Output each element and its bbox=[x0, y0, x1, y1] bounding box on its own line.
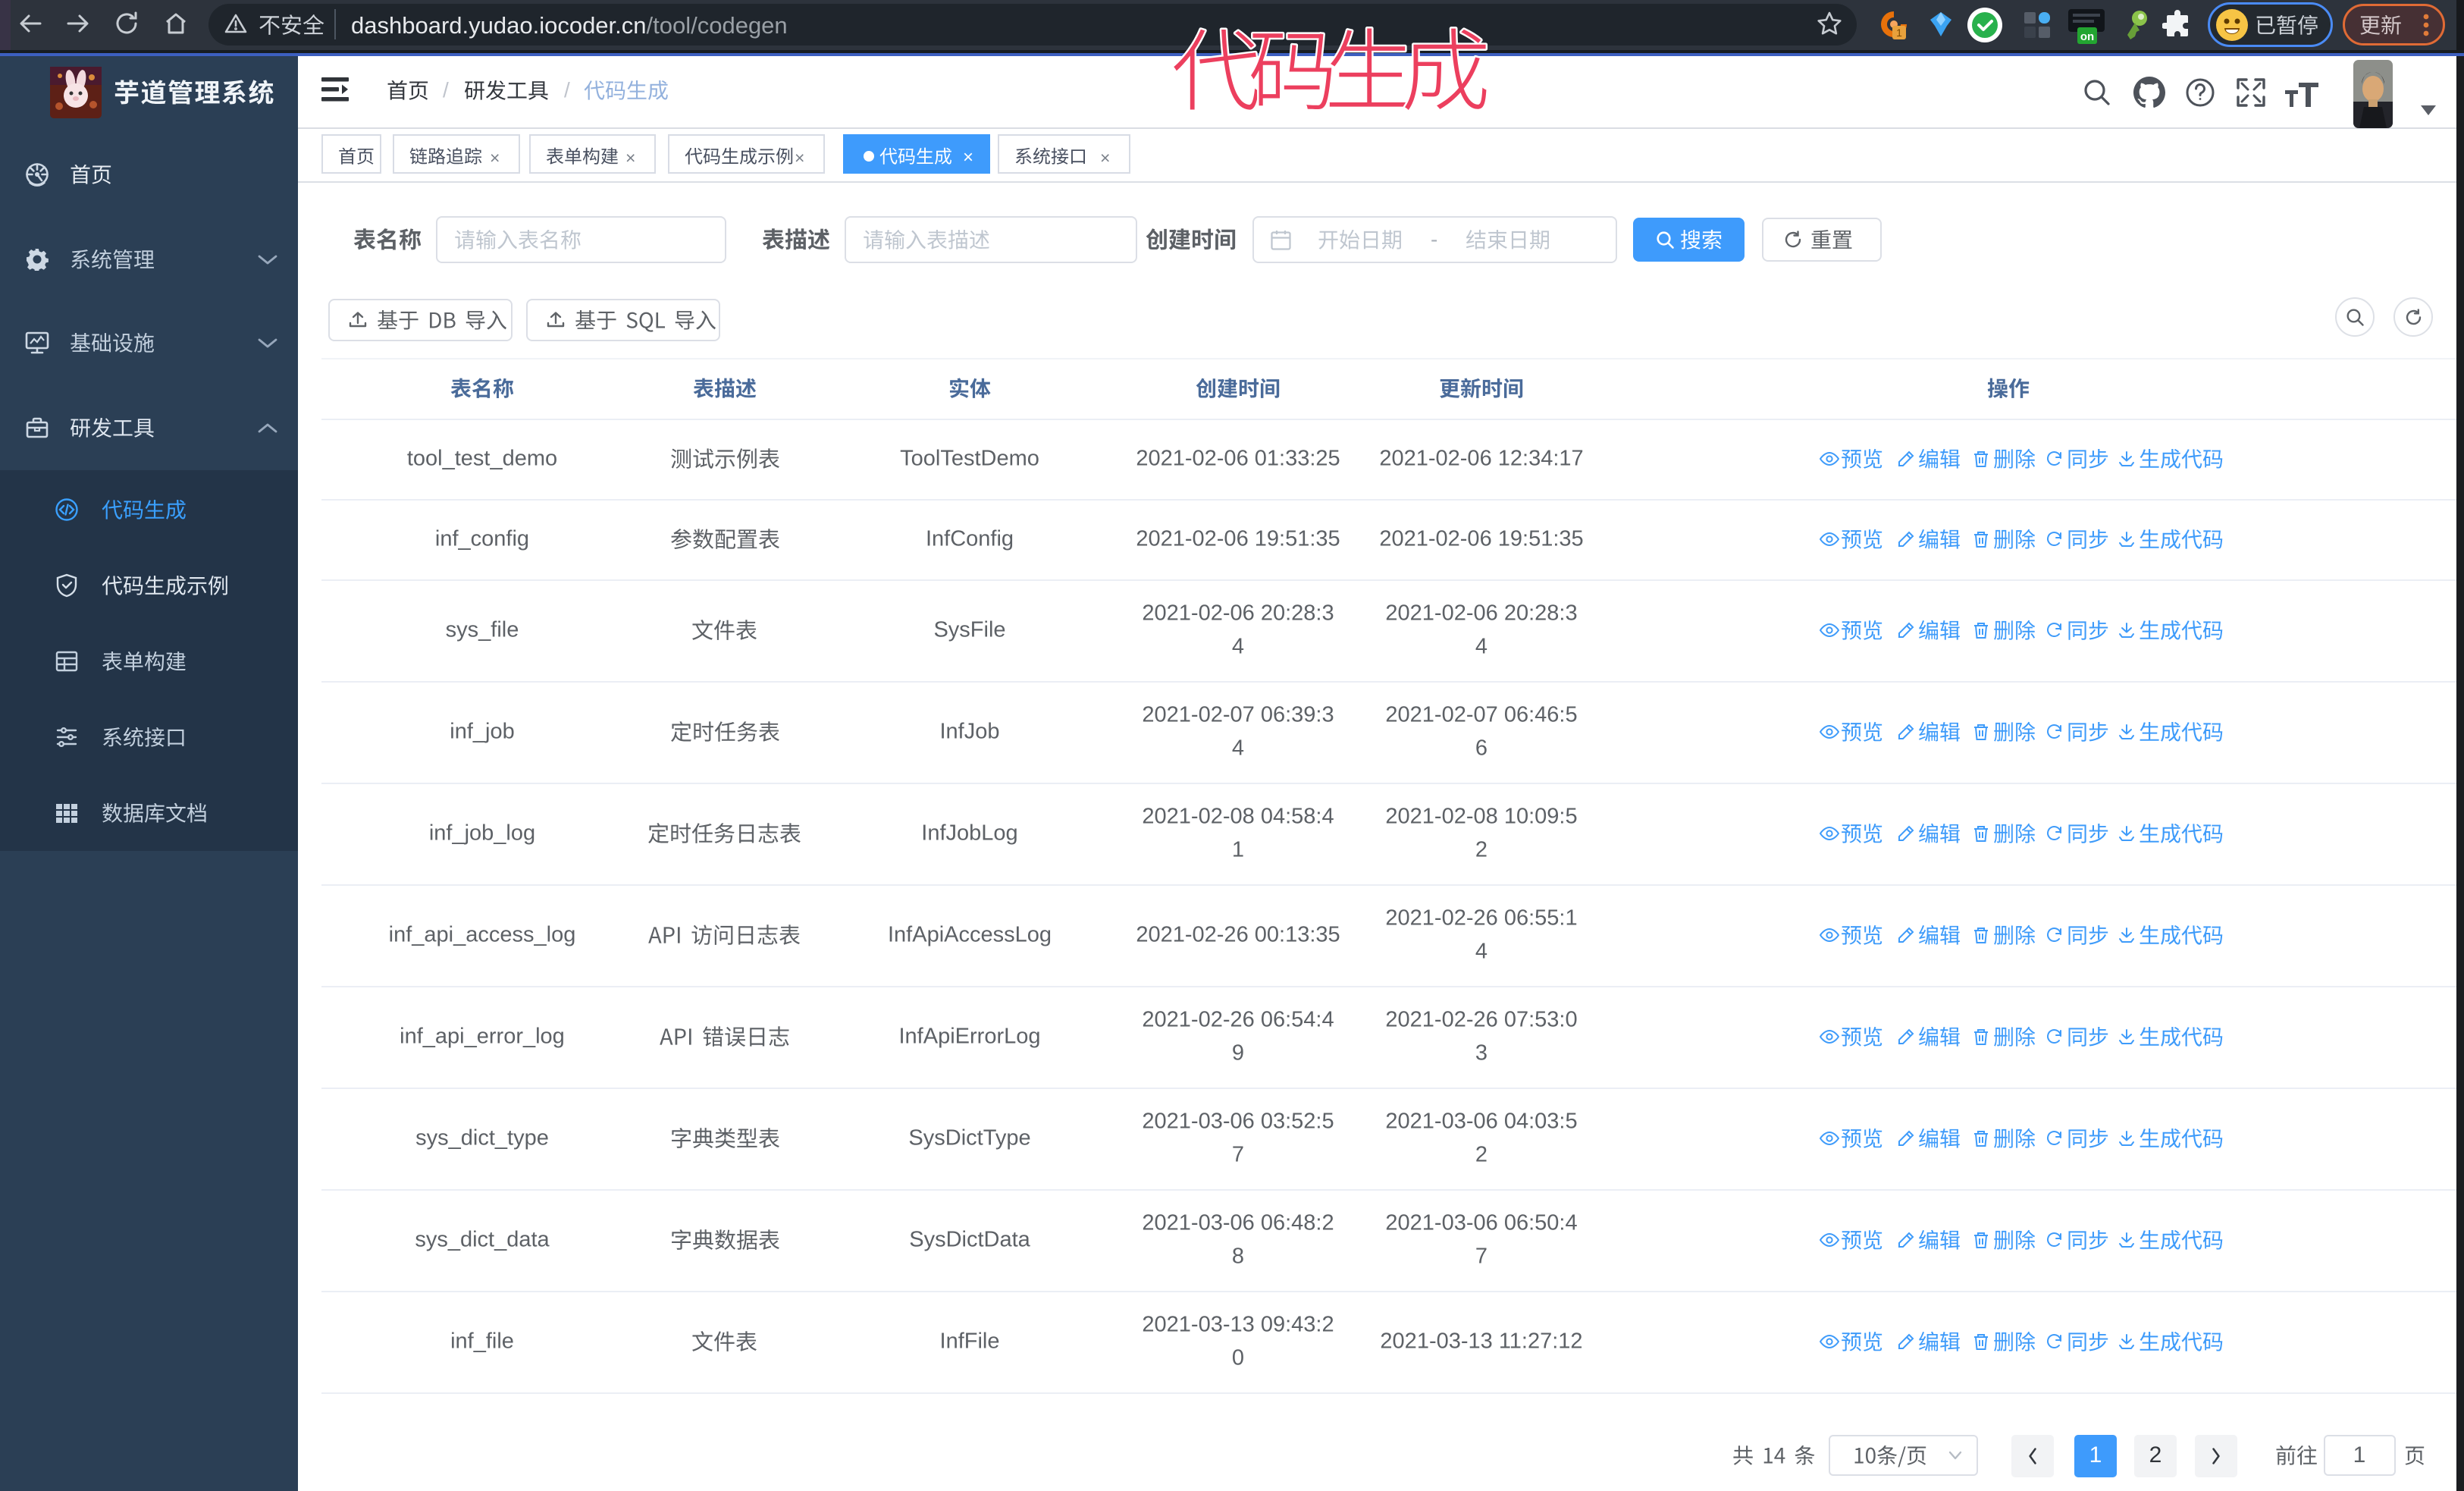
svg-text:1: 1 bbox=[1896, 27, 1902, 39]
svg-text:on: on bbox=[2080, 30, 2094, 43]
